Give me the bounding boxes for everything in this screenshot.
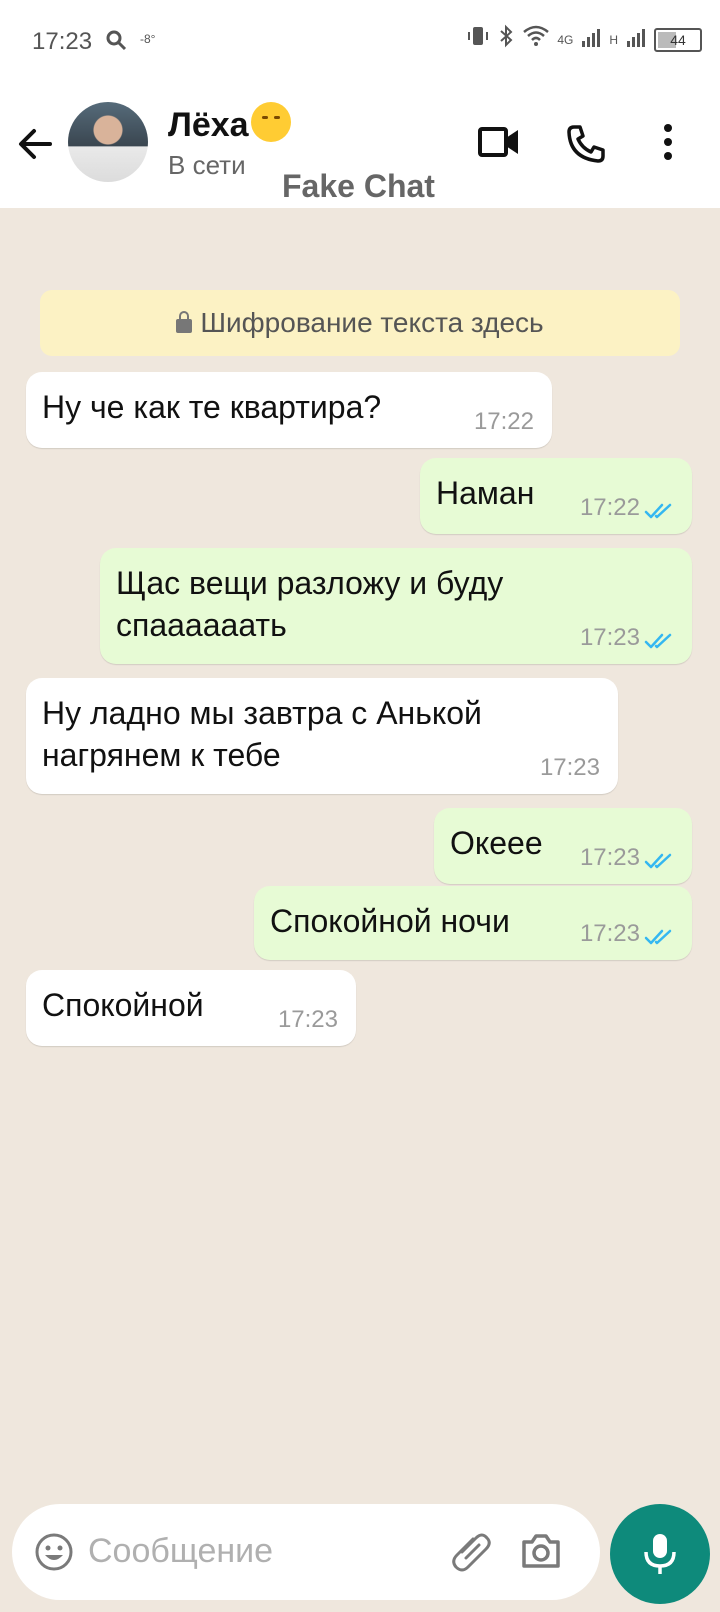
- contact-status: В сети: [168, 150, 246, 180]
- attach-icon: [452, 1533, 491, 1572]
- message-time: 17:23: [539, 754, 600, 781]
- message-line: спаааааать: [116, 607, 287, 643]
- double-check-icon: [644, 929, 672, 945]
- message-outgoing[interactable]: Наман 17:22: [420, 458, 692, 534]
- message-outgoing[interactable]: Спокойной ночи 17:23: [254, 886, 692, 960]
- message-time: 17:22: [473, 408, 534, 435]
- more-vert-icon: [664, 124, 672, 160]
- message-incoming[interactable]: Ну че как те квартира? 17:22: [26, 372, 552, 448]
- vibrate-icon: [467, 24, 489, 55]
- message-incoming[interactable]: Спокойной 17:23: [26, 970, 356, 1046]
- back-button[interactable]: [14, 122, 58, 166]
- double-check-icon: [644, 633, 672, 649]
- voice-call-button[interactable]: [566, 124, 606, 169]
- contact-name[interactable]: Лёха: [168, 102, 291, 145]
- status-time: 17:23: [32, 28, 93, 55]
- chat-area[interactable]: Шифрование текста здесь Ну че как те ква…: [0, 208, 720, 1498]
- message-time: 17:23: [277, 1006, 338, 1033]
- camera-button[interactable]: [520, 1532, 562, 1575]
- signal-icon: [581, 26, 601, 54]
- message-line: нагрянем к тебе: [42, 737, 281, 773]
- message-outgoing[interactable]: Щас вещи разложу и буду спаааааать 17:23: [100, 548, 692, 664]
- contact-name-text: Лёха: [168, 106, 249, 144]
- message-text: Наман: [436, 475, 535, 511]
- lock-icon: [176, 311, 193, 333]
- emoji-button[interactable]: [34, 1532, 74, 1577]
- camera-icon: [522, 1534, 560, 1568]
- message-text: Ну че как те квартира?: [42, 389, 382, 425]
- encryption-banner[interactable]: Шифрование текста здесь: [40, 290, 680, 356]
- battery-level: 44: [670, 31, 686, 48]
- more-options-button[interactable]: [662, 124, 674, 165]
- chat-header: Лёха В сети Fake Chat: [0, 84, 720, 208]
- message-composer[interactable]: Сообщение: [12, 1504, 600, 1600]
- kissing-face-emoji-icon: [250, 102, 291, 142]
- encryption-banner-text: Шифрование текста здесь: [200, 307, 544, 338]
- video-call-button[interactable]: [478, 124, 520, 165]
- message-time: 17:23: [579, 920, 640, 947]
- status-bar: 17:23 -8° 4G H 44: [0, 0, 720, 84]
- message-incoming[interactable]: Ну ладно мы завтра с Анькой нагрянем к т…: [26, 678, 618, 794]
- network-type-4g: 4G: [557, 32, 574, 47]
- signal-icon-2: [626, 26, 646, 54]
- message-time: 17:23: [579, 624, 640, 651]
- network-type-h: H: [609, 32, 618, 47]
- bluetooth-icon: [497, 24, 515, 55]
- message-text: Ну ладно мы завтра с Анькой нагрянем к т…: [42, 692, 482, 776]
- message-text: Спокойной ночи: [270, 903, 510, 939]
- search-icon: [104, 28, 128, 59]
- voice-message-button[interactable]: [610, 1504, 710, 1604]
- status-icons: 4G H 44: [467, 24, 702, 55]
- double-check-icon: [644, 853, 672, 869]
- mic-icon: [644, 1534, 676, 1574]
- battery-icon: 44: [654, 27, 702, 52]
- double-check-icon: [644, 503, 672, 519]
- phone-icon: [567, 125, 605, 163]
- message-input[interactable]: Сообщение: [88, 1532, 273, 1571]
- message-time: 17:22: [579, 494, 640, 521]
- message-text: Океее: [450, 825, 543, 861]
- message-time: 17:23: [579, 844, 640, 871]
- watermark: Fake Chat: [282, 168, 435, 204]
- attach-button[interactable]: [448, 1530, 492, 1579]
- avatar[interactable]: [68, 102, 148, 182]
- message-line: Ну ладно мы завтра с Анькой: [42, 695, 482, 731]
- video-call-icon: [478, 127, 518, 157]
- emoji-icon: [35, 1533, 73, 1571]
- message-text: Щас вещи разложу и буду спаааааать: [116, 562, 503, 646]
- message-text: Спокойной: [42, 987, 204, 1023]
- temperature-indicator: -8°: [140, 32, 156, 46]
- message-outgoing[interactable]: Океее 17:23: [434, 808, 692, 884]
- wifi-icon: [523, 25, 550, 54]
- message-line: Щас вещи разложу и буду: [116, 565, 504, 601]
- back-arrow-icon: [19, 129, 52, 159]
